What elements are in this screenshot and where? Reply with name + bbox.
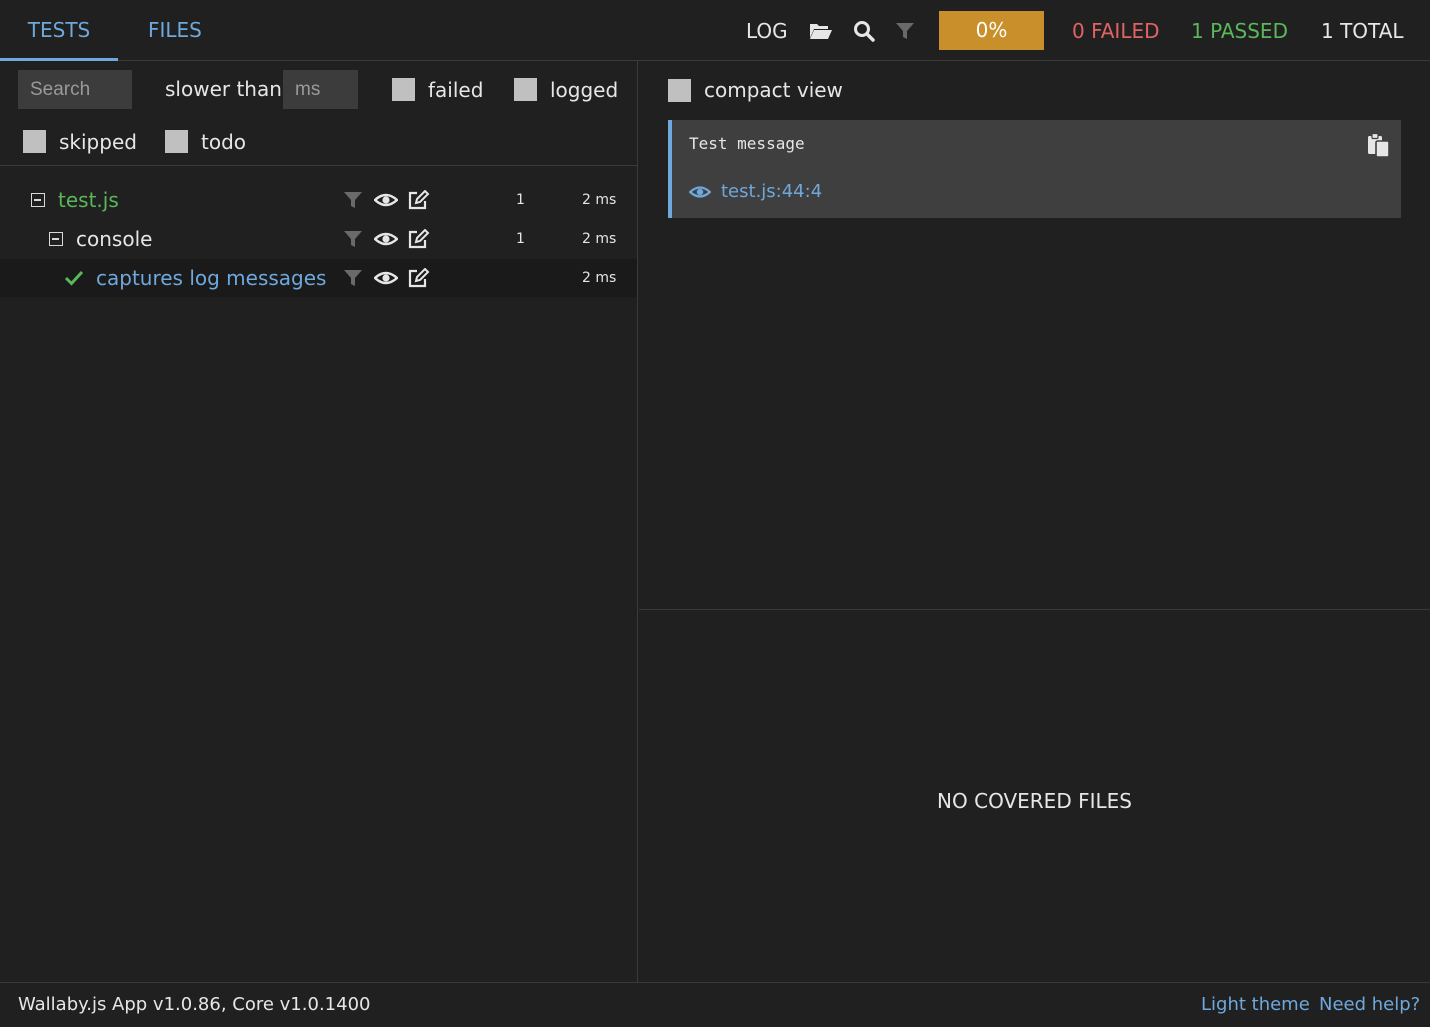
slower-than-ms-input[interactable]	[283, 70, 358, 109]
folder-open-icon[interactable]	[809, 0, 833, 61]
search-icon[interactable]	[853, 0, 875, 61]
progress-indicator: 0%	[939, 11, 1044, 50]
compact-view-checkbox[interactable]: compact view	[668, 78, 843, 102]
eye-icon	[689, 183, 711, 201]
checkbox-box[interactable]	[668, 78, 691, 102]
tests-panel: slower than failed logged skipped todo t…	[0, 61, 638, 982]
total-count[interactable]: 1 TOTAL	[1321, 0, 1404, 61]
edit-icon[interactable]	[408, 267, 430, 292]
checkbox-label: compact view	[704, 78, 843, 102]
passed-count[interactable]: 1 PASSED	[1191, 0, 1288, 61]
details-panel: compact view Test message test.js:44:4 N…	[639, 61, 1430, 982]
eye-icon[interactable]	[373, 190, 399, 214]
no-covered-files-message: NO COVERED FILES	[937, 789, 1132, 813]
eye-icon[interactable]	[373, 268, 399, 292]
checkbox-box[interactable]	[514, 78, 537, 101]
checkbox-label: failed	[428, 77, 484, 102]
slower-than-label: slower than	[165, 77, 282, 101]
failed-filter-checkbox[interactable]: failed	[392, 70, 483, 109]
log-message-box: Test message test.js:44:4	[668, 120, 1401, 218]
checkbox-label: todo	[201, 129, 247, 154]
test-count: 1	[516, 192, 525, 208]
tree-item-name[interactable]: test.js	[58, 188, 119, 212]
tree-item-name[interactable]: console	[76, 227, 152, 251]
copy-icon[interactable]	[1367, 132, 1391, 162]
version-text: Wallaby.js App v1.0.86, Core v1.0.1400	[18, 994, 371, 1015]
collapse-icon[interactable]	[49, 232, 63, 246]
top-bar: TESTS FILES LOG 0% 0 FAILED 1 PASSED 1 T…	[0, 0, 1430, 61]
tree-item-name[interactable]: captures log messages	[96, 266, 326, 290]
filter-icon[interactable]	[343, 190, 363, 214]
failed-count[interactable]: 0 FAILED	[1072, 0, 1160, 61]
tab-files[interactable]: FILES	[148, 0, 202, 61]
collapse-icon[interactable]	[31, 193, 45, 207]
skipped-filter-checkbox[interactable]: skipped	[23, 122, 137, 161]
tree-row-test[interactable]: captures log messages 2 ms	[0, 259, 637, 297]
tree-row-describe[interactable]: console 1 2 ms	[0, 220, 637, 258]
tab-tests[interactable]: TESTS	[0, 0, 118, 61]
edit-icon[interactable]	[408, 228, 430, 253]
edit-icon[interactable]	[408, 189, 430, 214]
eye-icon[interactable]	[373, 229, 399, 253]
check-icon	[64, 269, 84, 291]
logged-filter-checkbox[interactable]: logged	[514, 70, 618, 109]
search-input[interactable]	[18, 70, 132, 109]
checkbox-box[interactable]	[165, 130, 188, 153]
checkbox-box[interactable]	[392, 78, 415, 101]
log-message-text: Test message	[689, 134, 805, 153]
tree-row-file[interactable]: test.js 1 2 ms	[0, 181, 637, 219]
checkbox-box[interactable]	[23, 130, 46, 153]
filter-icon[interactable]	[895, 0, 915, 61]
test-count: 1	[516, 231, 525, 247]
test-duration: 2 ms	[582, 270, 617, 286]
filter-icon[interactable]	[343, 229, 363, 253]
filter-icon[interactable]	[343, 268, 363, 292]
need-help-link[interactable]: Need help?	[1319, 983, 1420, 1027]
light-theme-link[interactable]: Light theme	[1201, 983, 1310, 1027]
source-location-link[interactable]: test.js:44:4	[689, 181, 822, 202]
todo-filter-checkbox[interactable]: todo	[165, 122, 246, 161]
status-bar: Wallaby.js App v1.0.86, Core v1.0.1400 L…	[0, 982, 1430, 1027]
log-button[interactable]: LOG	[746, 0, 788, 61]
checkbox-label: logged	[550, 77, 619, 102]
divider	[639, 609, 1430, 610]
test-duration: 2 ms	[582, 192, 617, 208]
checkbox-label: skipped	[59, 129, 137, 154]
divider	[0, 165, 637, 166]
test-duration: 2 ms	[582, 231, 617, 247]
source-location-text[interactable]: test.js:44:4	[721, 181, 822, 202]
